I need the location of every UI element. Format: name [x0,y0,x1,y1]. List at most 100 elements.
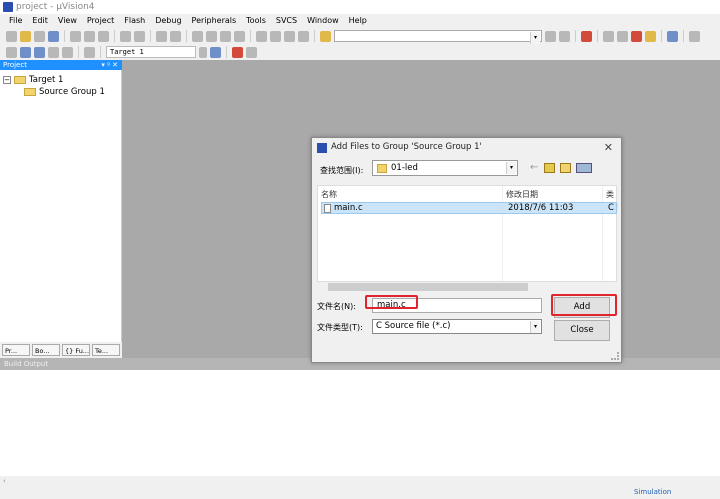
menu-window[interactable]: Window [302,14,344,28]
find-combo[interactable]: ▾ [334,30,542,44]
find-in-files-icon[interactable] [320,30,331,42]
menu-file[interactable]: File [4,14,27,28]
download-icon[interactable] [84,46,95,58]
cut-icon[interactable] [70,30,81,42]
build-output [0,370,720,476]
chevron-down-icon[interactable]: ▾ [506,162,516,174]
nav-forward-icon[interactable] [170,30,181,42]
paste-icon[interactable] [98,30,109,42]
file-name: main.c [334,203,363,213]
wrench-icon[interactable] [689,30,700,42]
folder-icon [377,164,387,173]
breakpoint-icon[interactable] [603,30,614,42]
dialog-icon [317,143,327,153]
app-icon [3,2,13,12]
panel-controls[interactable]: ▾ ᵍ ✕ [101,60,118,70]
incremental-find-icon[interactable] [559,30,570,42]
chevron-down-icon[interactable]: ▾ [530,32,540,44]
window-title: project - µVision4 [16,2,95,12]
menu-project[interactable]: Project [82,14,119,28]
build-output-scrollbar[interactable]: ‹ [0,476,720,486]
tab-project[interactable]: Pr... [2,344,30,356]
new-folder-icon[interactable] [560,163,571,173]
status-mode: Simulation [634,488,672,496]
tab-templates[interactable]: Te... [92,344,120,356]
target-select[interactable]: Target 1 [106,46,196,58]
save-icon[interactable] [34,30,45,42]
menu-view[interactable]: View [53,14,82,28]
title-bar: project - µVision4 [0,0,720,14]
copy-icon[interactable] [84,30,95,42]
view-menu-icon[interactable] [576,163,592,173]
project-tree: − Target 1 Source Group 1 [0,70,122,342]
stop-build-icon[interactable] [62,46,73,58]
build-icon[interactable] [20,46,31,58]
kill-breakpoints-icon[interactable] [631,30,642,42]
tab-functions[interactable]: {} Fu... [62,344,90,356]
column-type[interactable]: 类 [606,189,614,200]
file-modified: 2018/7/6 11:03 [508,203,574,213]
tab-books[interactable]: Bo... [32,344,60,356]
target-options-icon[interactable] [210,46,221,58]
save-all-icon[interactable] [48,30,59,42]
tree-item-target[interactable]: − Target 1 [3,75,63,85]
unindent-icon[interactable] [270,30,281,42]
bookmark-prev-icon[interactable] [206,30,217,42]
find-icon[interactable] [545,30,556,42]
resize-grip[interactable] [611,352,619,360]
manage-components-icon[interactable] [232,46,243,58]
bookmark-next-icon[interactable] [220,30,231,42]
rebuild-icon[interactable] [34,46,45,58]
file-type: C ! [608,203,618,213]
file-type-select[interactable]: C Source file (*.c) ▾ [372,319,542,334]
translate-icon[interactable] [6,46,17,58]
menu-debug[interactable]: Debug [150,14,186,28]
uncomment-icon[interactable] [298,30,309,42]
tree-item-source-group[interactable]: Source Group 1 [24,87,105,97]
menu-tools[interactable]: Tools [241,14,271,28]
bookmark-clear-icon[interactable] [234,30,245,42]
up-folder-icon[interactable] [544,163,555,173]
file-icon [324,204,331,213]
configure-icon[interactable] [645,30,656,42]
close-icon[interactable]: ✕ [604,141,613,154]
back-icon[interactable]: ← [530,162,538,173]
folder-icon [24,88,36,96]
new-file-icon[interactable] [6,30,17,42]
comment-icon[interactable] [284,30,295,42]
debug-session-icon[interactable] [581,30,592,42]
panel-title: Project [3,61,27,69]
disable-breakpoint-icon[interactable] [617,30,628,42]
redo-icon[interactable] [134,30,145,42]
file-name-label: 文件名(N): [317,302,356,311]
file-type-label: 文件类型(T): [317,323,363,332]
column-name[interactable]: 名称 [321,189,337,200]
menu-peripherals[interactable]: Peripherals [187,14,242,28]
menu-help[interactable]: Help [344,14,372,28]
column-modified[interactable]: 修改日期 [506,189,538,200]
open-icon[interactable] [20,30,31,42]
batch-build-icon[interactable] [48,46,59,58]
undo-icon[interactable] [120,30,131,42]
indent-icon[interactable] [256,30,267,42]
menu-edit[interactable]: Edit [27,14,53,28]
look-in-select[interactable]: 01-led ▾ [372,160,518,176]
window-icon[interactable] [667,30,678,42]
file-row[interactable]: main.c 2018/7/6 11:03 C ! [321,202,618,214]
chevron-down-icon[interactable] [199,46,207,58]
collapse-icon[interactable]: − [3,76,11,84]
bookmark-icon[interactable] [192,30,203,42]
dialog-title: Add Files to Group 'Source Group 1' [331,142,482,152]
select-packs-icon[interactable] [246,46,257,58]
toolbar-main: ▾ [0,28,720,44]
menu-flash[interactable]: Flash [119,14,150,28]
chevron-down-icon[interactable]: ▾ [530,321,540,333]
nav-back-icon[interactable] [156,30,167,42]
close-button[interactable]: Close [554,320,610,341]
tree-label: Target 1 [29,75,64,85]
list-scrollbar[interactable] [317,281,617,291]
menu-svcs[interactable]: SVCS [271,14,302,28]
file-list: 名称 修改日期 类 main.c 2018/7/6 11:03 C ! [317,185,618,290]
scroll-thumb[interactable] [328,283,528,291]
toolbar-build: Target 1 [0,44,720,60]
